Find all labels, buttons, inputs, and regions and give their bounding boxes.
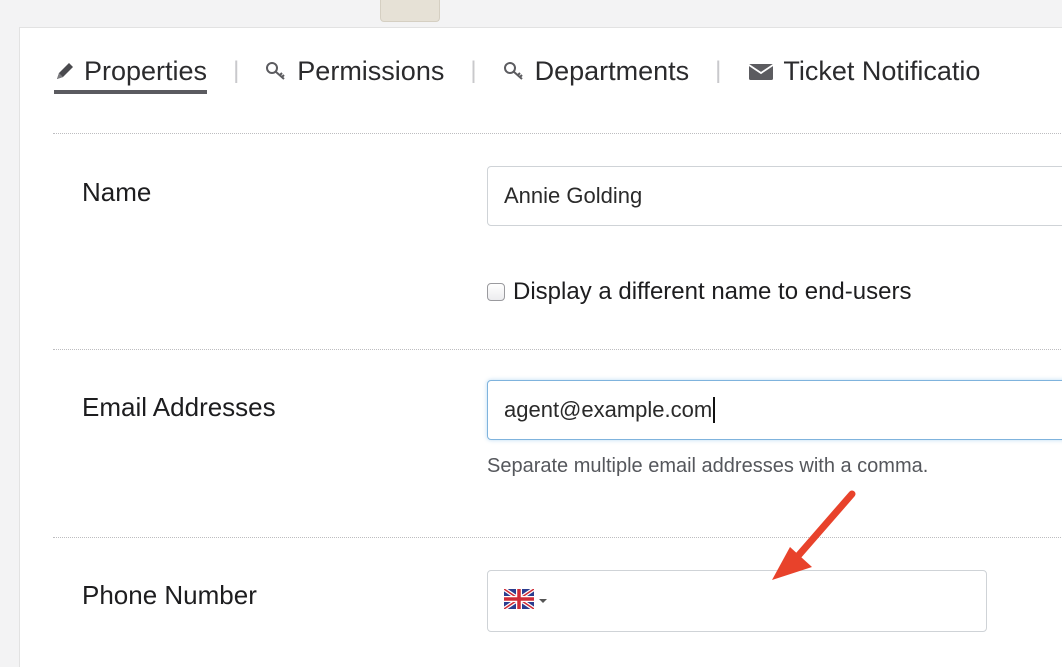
- phone-label: Phone Number: [82, 580, 257, 610]
- tab-separator: |: [470, 57, 477, 84]
- tab-properties[interactable]: Properties: [54, 52, 208, 94]
- tab-separator: |: [715, 57, 722, 84]
- key-icon: [265, 60, 289, 82]
- country-code-select[interactable]: [502, 586, 548, 614]
- tab-permissions[interactable]: Permissions: [265, 52, 444, 90]
- key-icon: [503, 60, 527, 82]
- text-caret: [713, 397, 715, 423]
- envelope-icon: [747, 60, 775, 82]
- phone-input[interactable]: [487, 570, 987, 632]
- email-label: Email Addresses: [82, 392, 276, 422]
- tab-label: Ticket Notificatio: [783, 55, 981, 86]
- name-input[interactable]: Annie Golding: [487, 166, 1062, 226]
- email-input[interactable]: agent@example.com: [487, 380, 1062, 440]
- agent-properties-panel: Properties | Permissions | Departments |: [19, 27, 1062, 667]
- email-help-text: Separate multiple email addresses with a…: [487, 455, 929, 477]
- tab-label: Permissions: [297, 55, 445, 86]
- display-name-checkbox[interactable]: [487, 283, 505, 301]
- tab-ticket-notifications[interactable]: Ticket Notificatio: [747, 52, 980, 90]
- tab-departments[interactable]: Departments: [503, 52, 690, 90]
- email-value: agent@example.com: [504, 397, 713, 422]
- name-label: Name: [82, 177, 152, 207]
- tab-bar: Properties | Permissions | Departments |: [54, 52, 980, 96]
- section-divider: [53, 537, 1062, 538]
- section-divider: [53, 349, 1062, 350]
- pencil-icon: [54, 60, 76, 82]
- tab-label: Departments: [534, 55, 690, 86]
- tab-separator: |: [233, 57, 240, 84]
- uk-flag-icon: [502, 586, 536, 614]
- name-value: Annie Golding: [504, 183, 643, 208]
- tab-label: Properties: [84, 55, 208, 86]
- display-name-checkbox-label: Display a different name to end-users: [513, 278, 912, 305]
- top-tab-stub: [380, 0, 440, 22]
- display-name-option[interactable]: Display a different name to end-users: [487, 278, 911, 306]
- chevron-down-icon: [538, 597, 548, 605]
- section-divider: [53, 133, 1062, 134]
